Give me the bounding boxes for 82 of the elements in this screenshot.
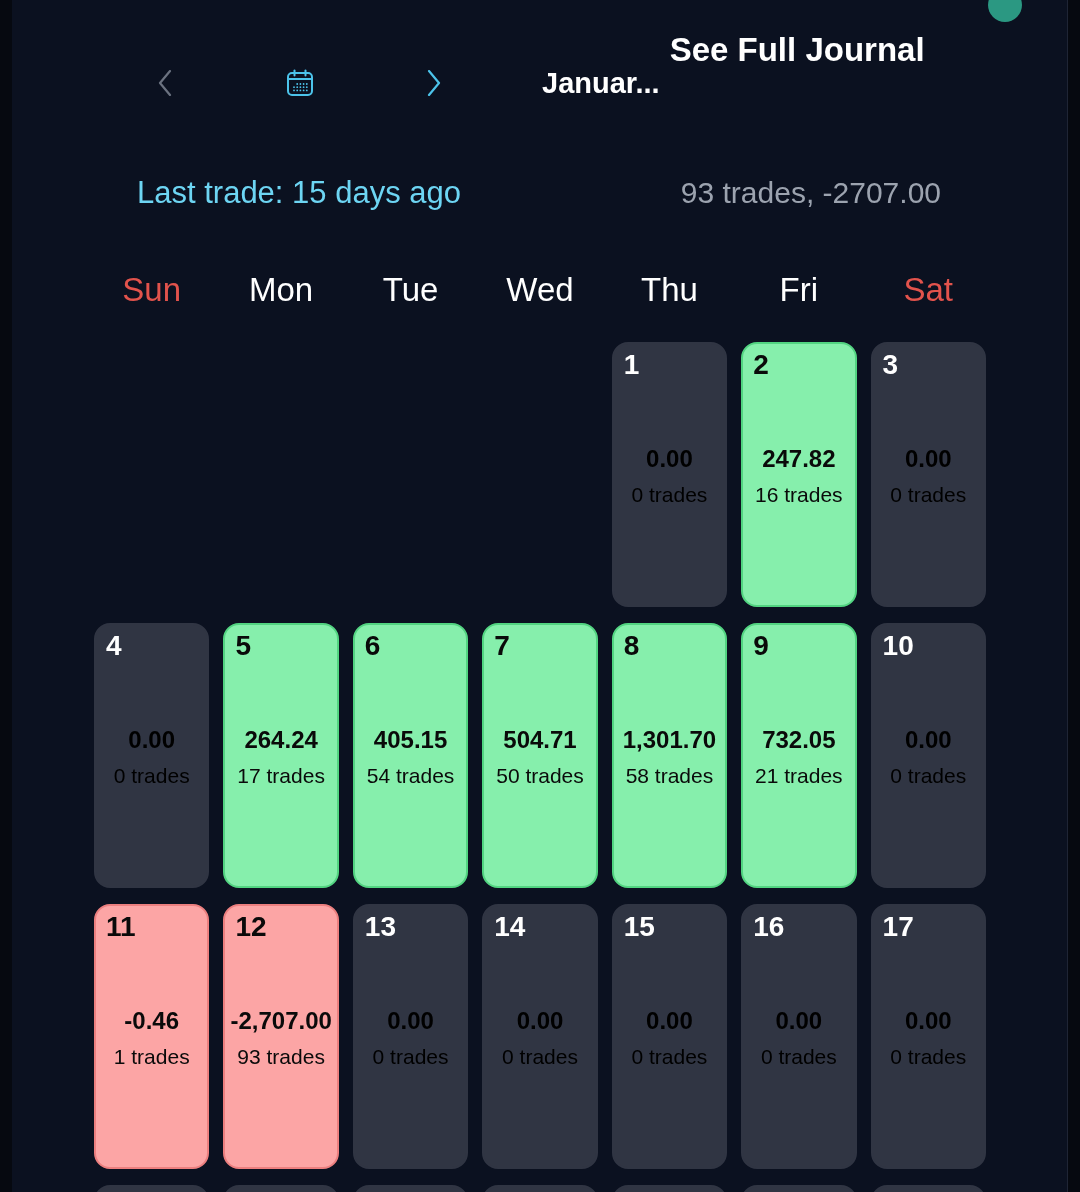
trade-count: 17 trades	[237, 763, 325, 789]
weekday-label: Sat	[903, 270, 954, 310]
last-trade-text: Last trade: 15 days ago	[137, 174, 461, 212]
profit-loss-amount: 0.00	[646, 444, 693, 474]
trade-count: 21 trades	[755, 763, 843, 789]
weekday-label: Thu	[641, 270, 698, 310]
month-totals-text: 93 trades, -2707.00	[680, 175, 941, 211]
day-number: 2	[753, 349, 769, 380]
month-title: Januar...	[542, 66, 660, 101]
day-number: 3	[882, 349, 899, 380]
trade-count: 54 trades	[366, 763, 455, 789]
profit-loss-amount: 0.00	[904, 1006, 952, 1036]
day-cell[interactable]: 12 -2,707.00 93 trades	[223, 904, 339, 1169]
trade-count: 1 trades	[113, 1044, 190, 1070]
day-number: 7	[494, 630, 510, 661]
weekday-label: Fri	[779, 270, 819, 310]
day-cell[interactable]: 16 0.00 0 trades	[741, 904, 857, 1169]
profit-loss-amount: 1,301.70	[622, 725, 717, 755]
day-cell[interactable]: 14 0.00 0 trades	[482, 904, 598, 1169]
trade-count: 93 trades	[237, 1044, 325, 1070]
trade-count: 0 trades	[890, 1044, 967, 1070]
profit-loss-amount: 0.00	[516, 1006, 564, 1036]
calendar-icon	[286, 69, 314, 97]
day-number: 14	[494, 911, 526, 942]
day-number: 13	[364, 911, 396, 942]
day-cell[interactable]: 7 504.71 50 trades	[482, 623, 598, 888]
chevron-right-icon	[427, 70, 441, 96]
journal-link[interactable]: See Full Journal	[669, 31, 925, 69]
weekday-label: Sun	[122, 270, 182, 310]
day-cell[interactable]: 17 0.00 0 trades	[870, 904, 986, 1169]
trade-count: 0 trades	[760, 1044, 837, 1070]
trade-count: 0 trades	[631, 1044, 708, 1070]
profit-loss-amount: 0.00	[128, 725, 176, 755]
day-number: 12	[235, 911, 267, 942]
day-number: 1	[623, 349, 640, 380]
profit-loss-amount: 0.00	[904, 725, 952, 755]
day-cell[interactable]: 4 0.00 0 trades	[94, 623, 210, 888]
profit-loss-amount: 0.00	[646, 1006, 693, 1036]
weekday-label: Mon	[249, 270, 314, 310]
day-cell[interactable]: 9 732.05 21 trades	[741, 623, 857, 888]
trade-count: 0 trades	[890, 482, 967, 508]
day-cell[interactable]: 2 247.82 16 trades	[741, 342, 857, 607]
profit-loss-amount: 264.24	[244, 725, 318, 755]
day-number: 17	[882, 911, 914, 942]
day-number: 15	[623, 911, 655, 942]
day-cell[interactable]: 1 0.00 0 trades	[611, 342, 728, 607]
profit-loss-amount: 247.82	[762, 444, 836, 474]
day-number: 6	[364, 630, 381, 661]
day-cell[interactable]: 6 405.15 54 trades	[352, 623, 469, 888]
trade-count: 16 trades	[755, 482, 843, 508]
profit-loss-amount: -0.46	[124, 1006, 180, 1036]
day-cell[interactable]: 8 1,301.70 58 trades	[611, 623, 728, 888]
profit-loss-amount: 504.71	[503, 725, 577, 755]
trade-count: 0 trades	[113, 763, 190, 789]
trade-count: 0 trades	[502, 1044, 578, 1070]
trade-count: 0 trades	[631, 482, 708, 508]
day-cell[interactable]: 15 0.00 0 trades	[611, 904, 728, 1169]
trade-count: 0 trades	[890, 763, 967, 789]
profit-loss-amount: 0.00	[904, 444, 952, 474]
profit-loss-amount: 0.00	[387, 1006, 434, 1036]
day-cell[interactable]: 11 -0.46 1 trades	[94, 904, 210, 1169]
profit-loss-amount: -2,707.00	[230, 1006, 332, 1036]
day-number: 9	[753, 630, 769, 661]
chevron-left-icon	[158, 70, 172, 96]
weekday-label: Tue	[382, 270, 439, 310]
day-number: 5	[235, 630, 251, 661]
day-number: 16	[753, 911, 785, 942]
day-cell[interactable]: 5 264.24 17 trades	[223, 623, 339, 888]
profit-loss-amount: 0.00	[775, 1006, 823, 1036]
trade-count: 50 trades	[496, 763, 584, 789]
profit-loss-amount: 405.15	[373, 725, 448, 755]
day-cell[interactable]: 13 0.00 0 trades	[352, 904, 469, 1169]
day-number: 11	[106, 911, 136, 942]
weekday-label: Wed	[506, 270, 574, 310]
trade-count: 58 trades	[625, 763, 714, 789]
profit-loss-amount: 732.05	[762, 725, 836, 755]
trade-count: 0 trades	[372, 1044, 449, 1070]
day-number: 10	[882, 630, 914, 661]
day-cell[interactable]: 10 0.00 0 trades	[870, 623, 986, 888]
day-number: 4	[106, 630, 122, 661]
day-number: 8	[623, 630, 640, 661]
day-cell[interactable]: 3 0.00 0 trades	[870, 342, 986, 607]
